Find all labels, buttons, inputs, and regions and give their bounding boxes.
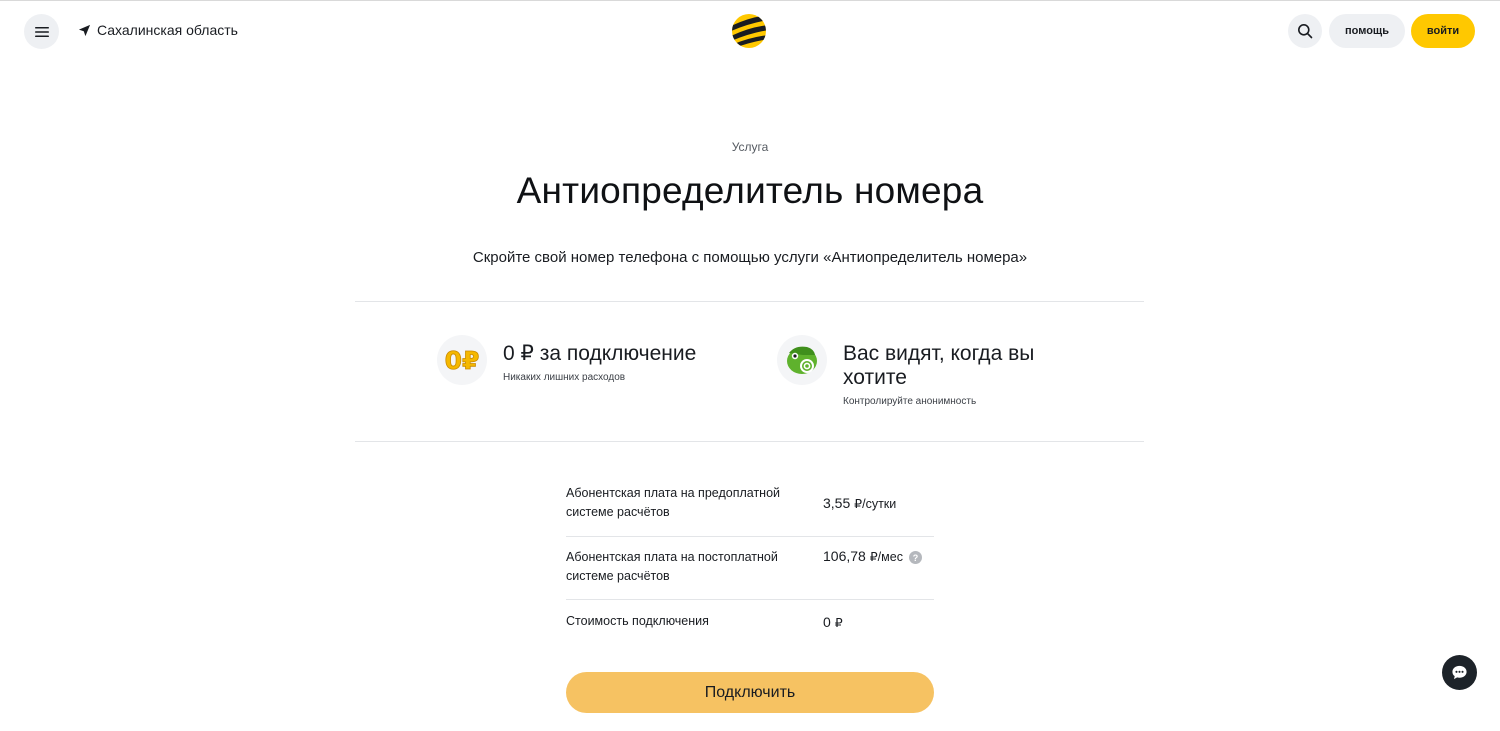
price-value: 3,55 ₽/сутки: [823, 484, 896, 522]
feature-description: Никаких лишних расходов: [503, 372, 626, 383]
feature-free-connection: 0₽ 0 ₽ за подключение Никаких лишних рас…: [437, 335, 723, 385]
price-table: Абонентская плата на предоплатной систем…: [566, 474, 934, 631]
chat-button[interactable]: [1442, 655, 1477, 690]
region-label: Сахалинская область: [97, 22, 238, 38]
feature-title: 0 ₽ за подключение: [503, 342, 697, 365]
feature-description: Контролируйте анонимность: [843, 396, 977, 407]
zero-rub-icon: 0₽: [437, 335, 487, 385]
price-amount: 0: [823, 613, 831, 630]
help-icon[interactable]: ?: [908, 551, 922, 564]
connect-button[interactable]: Подключить: [566, 672, 934, 713]
help-button[interactable]: помощь: [1329, 14, 1405, 48]
beeline-logo[interactable]: [731, 13, 767, 49]
price-unit: ₽/сутки: [854, 497, 897, 511]
menu-button[interactable]: [24, 14, 59, 49]
price-value: 0 ₽: [823, 612, 843, 631]
price-label: Абонентская плата на постоплатной систем…: [566, 550, 778, 583]
page-eyebrow: Услуга: [731, 140, 769, 154]
search-icon: [1298, 24, 1313, 39]
price-amount: 3,55: [823, 495, 851, 511]
region-selector[interactable]: Сахалинская область: [78, 22, 238, 38]
svg-text:0₽: 0₽: [445, 346, 480, 375]
page-title: Антиопределитель номера: [516, 170, 984, 211]
price-row: Стоимость подключения 0 ₽: [566, 600, 934, 631]
login-button[interactable]: войти: [1411, 14, 1475, 48]
search-button[interactable]: [1288, 14, 1322, 48]
price-row: Абонентская плата на предоплатной систем…: [566, 474, 934, 537]
page-subtitle: Скройте свой номер телефона с помощью ус…: [472, 249, 1028, 266]
location-arrow-icon: [78, 24, 91, 36]
price-unit: ₽: [834, 615, 843, 630]
divider: [355, 301, 1144, 302]
divider: [355, 441, 1144, 442]
hamburger-icon: [34, 26, 49, 37]
price-unit: ₽/мес: [869, 550, 903, 564]
top-border: [0, 0, 1500, 1]
price-label: Абонентская плата на предоплатной систем…: [566, 486, 781, 519]
chameleon-icon: [777, 335, 827, 385]
feature-title: Вас видят, когда вы хотите: [843, 342, 1035, 389]
price-amount: 106,78: [823, 548, 866, 564]
chat-bubble-icon: [1452, 665, 1467, 680]
price-value: 106,78 ₽/мес ?: [823, 548, 922, 586]
feature-visibility-control: Вас видят, когда вы хотите Контролируйте…: [777, 335, 1063, 407]
price-label: Стоимость подключения: [566, 614, 709, 628]
price-row: Абонентская плата на постоплатной систем…: [566, 537, 934, 600]
